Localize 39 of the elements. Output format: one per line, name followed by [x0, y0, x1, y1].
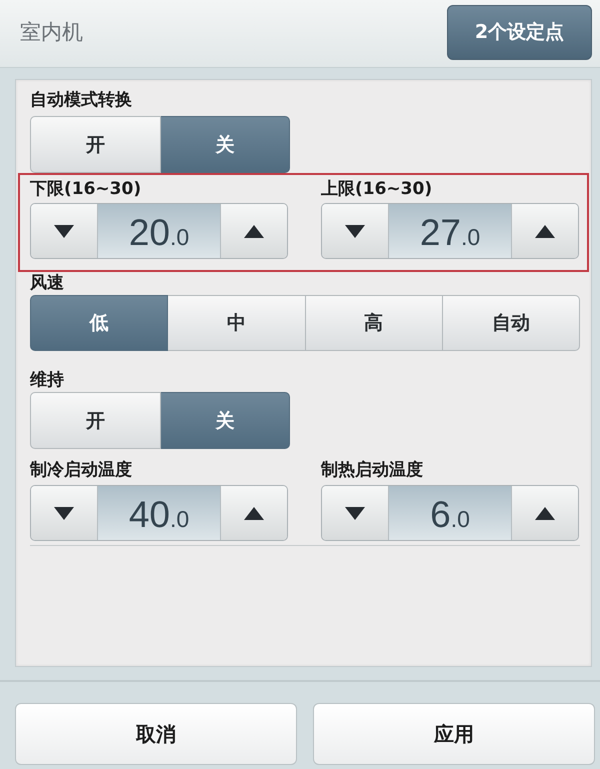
temperature-value: 27.0 — [388, 204, 512, 258]
fan-speed-option[interactable]: 低 — [30, 295, 168, 351]
up-triangle-icon — [535, 506, 555, 520]
decrease-button[interactable] — [322, 486, 388, 540]
up-triangle-icon — [244, 506, 264, 520]
field-label: 下限(16~30) — [30, 179, 142, 199]
increase-button[interactable] — [512, 486, 578, 540]
down-triangle-icon — [54, 506, 74, 520]
section-label: 风速 — [30, 273, 65, 293]
toggle-option[interactable]: 关 — [160, 116, 290, 173]
temperature-value: 6.0 — [388, 486, 512, 540]
temperature-value: 40.0 — [97, 486, 221, 540]
field-label: 上限(16~30) — [321, 179, 434, 199]
setpoints-button[interactable]: 2个设定点 — [447, 4, 592, 60]
down-triangle-icon — [54, 224, 74, 238]
down-triangle-icon — [345, 224, 365, 238]
window-title: 室内机 — [20, 19, 83, 46]
field-label: 制热启动温度 — [321, 460, 424, 480]
fan-speed-option[interactable]: 中 — [168, 295, 306, 351]
increase-button[interactable] — [221, 486, 287, 540]
fan-speed-option[interactable]: 自动 — [442, 295, 580, 351]
decrease-button[interactable] — [322, 204, 388, 258]
decrease-button[interactable] — [31, 486, 97, 540]
field-label: 制冷启动温度 — [30, 460, 133, 480]
increase-button[interactable] — [512, 204, 578, 258]
increase-button[interactable] — [221, 204, 287, 258]
temperature-value: 20.0 — [97, 204, 221, 258]
up-triangle-icon — [535, 224, 555, 238]
down-triangle-icon — [345, 506, 365, 520]
toggle-option[interactable]: 开 — [30, 392, 160, 449]
footer-button[interactable]: 取消 — [15, 703, 297, 765]
toggle-option[interactable]: 开 — [30, 116, 160, 173]
fan-speed-option[interactable]: 高 — [306, 295, 443, 351]
section-label: 自动模式转换 — [30, 90, 133, 110]
up-triangle-icon — [244, 224, 264, 238]
footer-button[interactable]: 应用 — [313, 703, 595, 765]
toggle-option[interactable]: 关 — [160, 392, 290, 449]
decrease-button[interactable] — [31, 204, 97, 258]
section-label: 维持 — [30, 370, 65, 390]
